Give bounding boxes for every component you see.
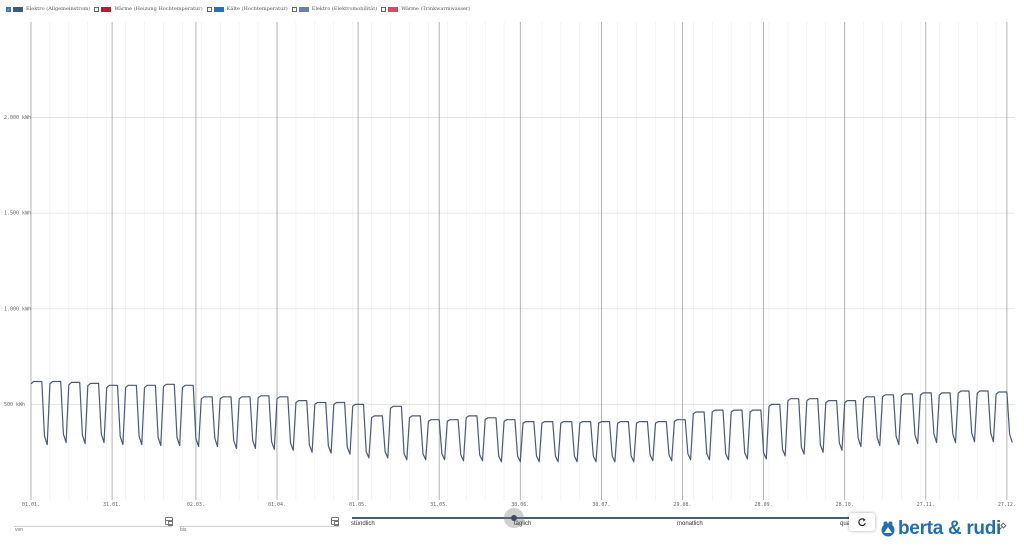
x-axis: 01.01. 31.01. 02.03. 01.04. 01.05. 31.05. 30.0… <box>22 502 1016 508</box>
legend-label: Kälte (Hochtemperatur) <box>226 6 288 12</box>
calendar-icon[interactable] <box>331 517 339 526</box>
logo-mark-icon <box>881 521 895 537</box>
pin-icon <box>997 522 1007 532</box>
to-date-input[interactable] <box>179 525 339 535</box>
x-tick-label: 01.01. <box>22 502 40 508</box>
reset-icon <box>858 518 866 527</box>
x-tick-label: 01.05. <box>349 502 367 508</box>
legend-label: Elektro (Allgemeinstrom) <box>26 6 91 12</box>
calendar-icon[interactable] <box>165 517 173 526</box>
legend-checkbox[interactable] <box>381 6 387 12</box>
legend-checkbox[interactable] <box>291 6 297 12</box>
legend-label: Wärme (Heizung Hochtemperatur) <box>114 6 203 12</box>
legend-item[interactable]: Wärme (Trinkwarmwasser) <box>381 6 470 12</box>
legend-item[interactable]: Kälte (Hochtemperatur) <box>206 6 288 12</box>
logo-text: berta & rudi <box>898 518 1002 539</box>
berta-rudi-logo: berta & rudi <box>880 518 1002 539</box>
from-date-input[interactable] <box>14 525 172 535</box>
legend-color-swatch <box>101 6 112 12</box>
reset-zoom-button[interactable] <box>849 513 875 531</box>
legend-item[interactable]: Elektro (Elektromobilität) <box>291 6 378 12</box>
resolution-option-monthly[interactable]: monatlich <box>677 521 703 527</box>
consumption-chart: 500 kWh 1.000 kWh 1.500 kWh 2.000 kWh 01.01… <box>4 22 1016 508</box>
y-tick-label: 2.000 kWh <box>4 115 31 121</box>
x-tick-label: 31.01. <box>103 502 121 508</box>
legend-checkbox[interactable] <box>206 6 212 12</box>
legend-label: Wärme (Trinkwarmwasser) <box>401 6 471 12</box>
legend-checkbox[interactable]: ✓ <box>6 6 11 12</box>
x-tick-label: 02.03. <box>187 502 205 508</box>
legend-color-swatch <box>298 6 309 12</box>
x-tick-label: 28.10. <box>836 502 854 508</box>
resolution-option-daily[interactable]: täglich <box>514 521 531 527</box>
x-tick-label: 27.12. <box>998 502 1016 508</box>
y-tick-label: 1.500 kWh <box>4 211 31 217</box>
x-tick-label: 28.09. <box>755 502 773 508</box>
to-date-field[interactable] <box>179 516 339 535</box>
series-line-elektro-allgemeinstrom[interactable] <box>30 380 1013 463</box>
legend: ✓ Elektro (Allgemeinstrom) Wärme (Heizung … <box>6 4 474 14</box>
x-tick-label: 29.08. <box>673 502 691 508</box>
x-tick-label: 30.07. <box>592 502 610 508</box>
from-date-field[interactable] <box>14 516 172 535</box>
legend-item[interactable]: ✓ Elektro (Allgemeinstrom) <box>6 6 90 12</box>
x-tick-label: 01.04. <box>268 502 286 508</box>
legend-checkbox[interactable] <box>94 6 100 12</box>
legend-item[interactable]: Wärme (Heizung Hochtemperatur) <box>94 6 203 12</box>
y-axis: 500 kWh 1.000 kWh 1.500 kWh 2.000 kWh <box>4 115 31 408</box>
legend-color-swatch <box>213 6 224 12</box>
legend-label: Elektro (Elektromobilität) <box>311 6 378 12</box>
resolution-slider-track[interactable] <box>352 517 850 519</box>
y-tick-label: 1.000 kWh <box>4 306 31 312</box>
legend-color-swatch <box>13 6 23 12</box>
x-tick-label: 31.05. <box>430 502 448 508</box>
legend-color-swatch <box>388 6 399 12</box>
resolution-option-hourly[interactable]: stündlich <box>351 521 375 527</box>
y-tick-label: 500 kWh <box>4 402 25 408</box>
pin-button[interactable] <box>997 517 1007 532</box>
x-tick-label: 27.11. <box>917 502 935 508</box>
